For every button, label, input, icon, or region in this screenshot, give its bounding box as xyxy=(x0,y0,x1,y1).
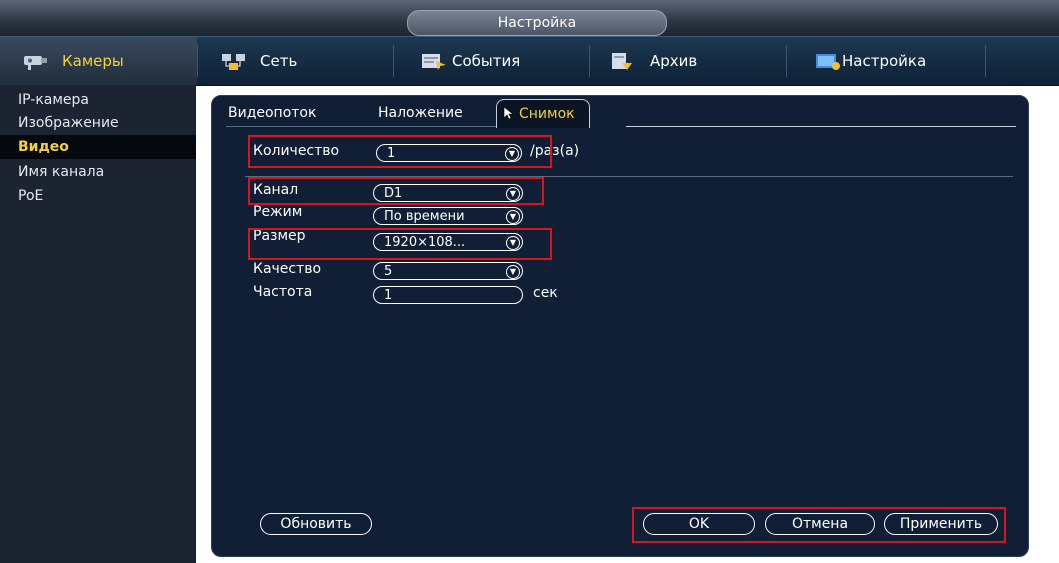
highlight-channel xyxy=(248,177,544,205)
nav-divider xyxy=(786,45,787,77)
nav-divider xyxy=(197,45,198,77)
ok-button[interactable]: OK xyxy=(643,513,755,535)
network-icon xyxy=(222,54,245,70)
sidebar-item-poe[interactable]: PoE xyxy=(0,184,196,208)
nav-network[interactable]: Сеть xyxy=(220,37,297,85)
sidebar-item-ip-camera[interactable]: IP-камера xyxy=(0,88,196,112)
nav-archive-label: Архив xyxy=(650,52,698,70)
nav-divider xyxy=(985,45,986,77)
chevron-down-icon[interactable]: ▼ xyxy=(506,265,520,279)
events-icon xyxy=(422,54,446,70)
mode-select[interactable]: По времени ▼ xyxy=(373,207,523,225)
tab-overlay[interactable]: Наложение xyxy=(378,99,463,127)
nav-cameras[interactable]: Камеры xyxy=(0,37,197,85)
archive-icon xyxy=(612,53,632,70)
quality-label: Качество xyxy=(253,261,322,277)
nav-events[interactable]: События xyxy=(420,37,520,85)
nav-divider xyxy=(589,45,590,77)
cancel-button[interactable]: Отмена xyxy=(765,513,875,535)
nav-settings-label: Настройка xyxy=(842,52,927,70)
highlight-size xyxy=(248,228,552,260)
chevron-down-icon[interactable]: ▼ xyxy=(506,210,520,224)
sidebar-item-channel-name[interactable]: Имя канала xyxy=(0,160,196,184)
quality-select[interactable]: 5 ▼ xyxy=(373,262,523,280)
title-bar: Настройка xyxy=(0,0,1059,36)
nav-events-label: События xyxy=(452,52,521,70)
tab-underline xyxy=(626,126,1016,127)
frequency-unit: сек xyxy=(533,285,558,301)
apply-button[interactable]: Применить xyxy=(884,513,998,535)
nav-network-label: Сеть xyxy=(260,52,298,70)
refresh-button[interactable]: Обновить xyxy=(260,513,372,535)
nav-cameras-label: Камеры xyxy=(62,52,124,70)
quality-value: 5 xyxy=(384,264,393,279)
window-title: Настройка xyxy=(407,10,667,36)
camera-icon xyxy=(24,56,47,70)
sidebar-item-image[interactable]: Изображение xyxy=(0,111,196,135)
nav-archive[interactable]: Архив xyxy=(608,37,697,85)
tab-underline xyxy=(226,126,496,127)
tab-video-stream[interactable]: Видеопоток xyxy=(228,99,316,127)
tab-snapshot-label: Снимок xyxy=(519,106,575,122)
frequency-input[interactable]: 1 xyxy=(373,286,523,304)
frequency-label: Частота xyxy=(253,284,313,300)
settings-icon xyxy=(816,54,840,70)
nav-divider xyxy=(393,45,394,77)
mode-value: По времени xyxy=(384,209,465,224)
main-nav: Камеры Сеть События Архив Настройка xyxy=(0,36,1059,86)
highlight-quantity xyxy=(248,135,552,168)
mode-label: Режим xyxy=(253,204,303,220)
nav-settings[interactable]: Настройка xyxy=(814,37,926,85)
tab-snapshot[interactable]: Снимок xyxy=(496,99,590,128)
sidebar-item-video[interactable]: Видео xyxy=(0,135,196,159)
cursor-icon xyxy=(503,106,514,120)
